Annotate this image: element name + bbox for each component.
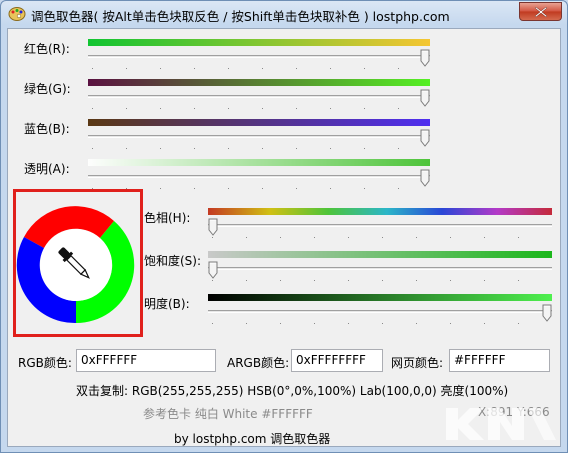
copy-info[interactable]: 双击复制: RGB(255,255,255) HSB(0°,0%,100%) L… [76,382,508,399]
client-area: 红色(R): 绿色(G): 蓝色(B): 透明(A): 色相(H): 饱和度(S… [7,28,561,447]
hsb-slider-label-1: 饱和度(S): [144,254,202,268]
rgba-slider-label-2: 蓝色(B): [24,122,70,136]
hsb-slider-label-2: 明度(B): [144,297,190,311]
rgb-color-label: RGB颜色: [18,356,72,370]
color-wheel-panel[interactable] [13,189,143,337]
rgba-slider-gradient-1[interactable] [88,79,430,86]
hsb-slider-thumb-0[interactable] [208,218,218,236]
rgb-color-field[interactable]: 0xFFFFFF [76,349,216,372]
hsb-slider-label-0: 色相(H): [144,211,191,225]
rgba-slider-thumb-1[interactable] [420,89,430,107]
rgba-slider-gradient-2[interactable] [88,119,430,126]
app-window: 调色取色器( 按Alt单击色块取反色 / 按Shift单击色块取补色 ) los… [0,0,568,453]
rgba-slider-track-3[interactable] [88,175,430,178]
reference-color-card: 参考色卡 纯白 White #FFFFFF [143,407,313,421]
title-bar[interactable]: 调色取色器( 按Alt单击色块取反色 / 按Shift单击色块取补色 ) los… [1,1,567,27]
window-title: 调色取色器( 按Alt单击色块取反色 / 按Shift单击色块取补色 ) los… [31,9,450,24]
rgba-slider-thumb-0[interactable] [420,49,430,67]
web-color-field[interactable]: #FFFFFF [449,349,550,372]
hsb-slider-gradient-1[interactable] [208,251,552,258]
color-wheel[interactable] [16,192,140,334]
rgba-slider-track-1[interactable] [88,95,430,98]
rgba-slider-track-2[interactable] [88,135,430,138]
hsb-slider-thumb-2[interactable] [542,304,552,322]
hsb-slider-ticks-0 [212,237,548,238]
argb-color-label: ARGB颜色: [227,356,290,370]
close-button[interactable] [519,2,562,21]
hsb-slider-gradient-2[interactable] [208,294,552,301]
hsb-slider-ticks-1 [212,280,548,281]
rgba-slider-thumb-3[interactable] [420,169,430,187]
web-color-label: 网页颜色: [391,356,444,370]
argb-color-field[interactable]: 0xFFFFFFFF [291,349,383,372]
hsb-slider-track-1[interactable] [208,267,552,270]
rgba-slider-ticks-1 [92,108,426,109]
rgba-slider-thumb-2[interactable] [420,129,430,147]
close-icon [535,7,547,17]
rgba-slider-label-3: 透明(A): [24,162,70,176]
rgba-slider-gradient-3[interactable] [88,159,430,166]
hsb-slider-track-2[interactable] [208,310,552,313]
rgba-slider-label-0: 红色(R): [24,42,70,56]
hsb-slider-gradient-0[interactable] [208,208,552,215]
footer-credit[interactable]: by lostphp.com 调色取色器 [174,430,330,447]
hsb-slider-ticks-2 [212,323,548,324]
rgba-slider-track-0[interactable] [88,55,430,58]
rgba-slider-ticks-0 [92,68,426,69]
watermark-logo [446,408,556,440]
rgba-slider-gradient-0[interactable] [88,39,430,46]
hsb-slider-thumb-1[interactable] [208,261,218,279]
rgba-slider-ticks-2 [92,148,426,149]
palette-icon [8,7,26,21]
rgba-slider-label-1: 绿色(G): [24,82,71,96]
hsb-slider-track-0[interactable] [208,224,552,227]
